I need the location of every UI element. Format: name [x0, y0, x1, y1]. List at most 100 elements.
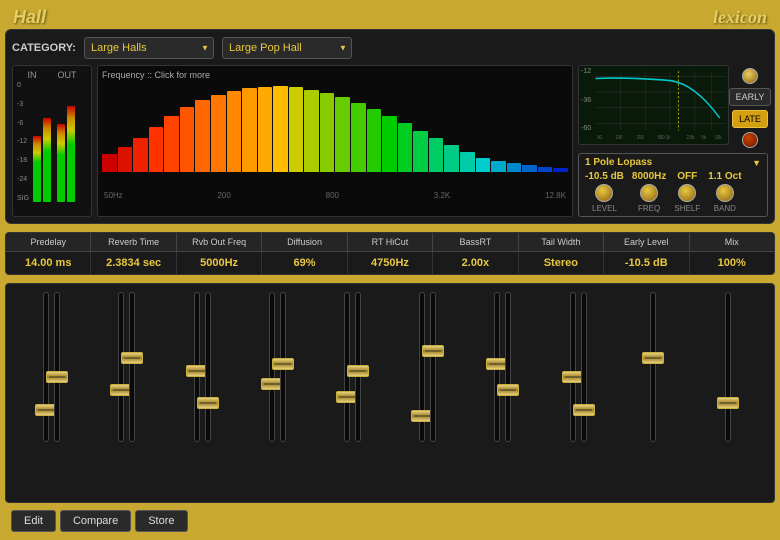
fader-rail-7-0[interactable] [570, 292, 576, 442]
fader-rail-3-1[interactable] [280, 292, 286, 442]
filter-level-knob[interactable] [595, 184, 613, 202]
param-value-rvb-out-freq[interactable]: 5000Hz [177, 252, 262, 274]
vu-in-bar-2 [43, 118, 51, 202]
param-value-tail-width[interactable]: Stereo [519, 252, 604, 274]
eq-section: -12 -36 -60 [578, 65, 768, 217]
fader-rail-0-1[interactable] [54, 292, 60, 442]
fader-handle-0-1[interactable] [46, 371, 68, 383]
fader-track-5-1 [430, 292, 436, 494]
param-value-predelay[interactable]: 14.00 ms [6, 252, 91, 274]
fader-rail-0-0[interactable] [43, 292, 49, 442]
svg-text:500: 500 [658, 134, 665, 140]
fader-rail-4-1[interactable] [355, 292, 361, 442]
filter-freq-knob[interactable] [640, 184, 658, 202]
param-value-mix[interactable]: 100% [690, 252, 774, 274]
spectrum-bar-11 [273, 86, 288, 172]
fader-rail-5-0[interactable] [419, 292, 425, 442]
fader-handle-2-1[interactable] [197, 397, 219, 409]
fader-handle-8-0[interactable] [642, 352, 664, 364]
fader-track-4-1 [355, 292, 361, 494]
param-header-reverb-time: Reverb Time [91, 233, 176, 251]
fader-handle-6-1[interactable] [497, 384, 519, 396]
fader-handle-5-1[interactable] [422, 345, 444, 357]
spectrum-labels: 50Hz 200 800 3.2K 12.8K [102, 191, 568, 200]
fader-rail-2-1[interactable] [205, 292, 211, 442]
fader-track-9-0 [725, 292, 731, 494]
svg-text:5k: 5k [702, 134, 707, 140]
category-select[interactable]: Large Halls Small Halls Plates Rooms [84, 37, 214, 59]
fader-group-6 [465, 292, 540, 494]
spectrum-bar-2 [133, 138, 148, 172]
edit-button[interactable]: Edit [11, 510, 56, 532]
filter-dropdown-arrow[interactable]: ▼ [752, 158, 761, 168]
fader-rail-8-0[interactable] [650, 292, 656, 442]
param-header-mix: Mix [690, 233, 774, 251]
fader-rail-1-0[interactable] [118, 292, 124, 442]
spectrum-bar-12 [289, 87, 304, 172]
fader-handle-3-1[interactable] [272, 358, 294, 370]
spectrum-display: 50Hz 200 800 3.2K 12.8K [102, 82, 568, 200]
filter-level-param: -10.5 dB LEVEL [585, 171, 624, 213]
early-button[interactable]: EARLY [729, 88, 772, 106]
fader-handle-1-1[interactable] [121, 352, 143, 364]
fader-track-2-1 [205, 292, 211, 494]
spectrum-bar-13 [304, 90, 319, 172]
vu-out-label: OUT [58, 70, 77, 80]
freq-label-200: 200 [217, 191, 230, 200]
fader-rail-6-1[interactable] [505, 292, 511, 442]
preset-select[interactable]: Large Pop Hall Large Rock Hall Large Jaz… [222, 37, 352, 59]
filter-freq-label: FREQ [632, 204, 666, 213]
fader-group-1 [89, 292, 164, 494]
vu-scale-sig: SIG [17, 195, 29, 202]
fader-rail-7-1[interactable] [581, 292, 587, 442]
spectrum-bar-19 [398, 123, 413, 172]
svg-text:2.5k: 2.5k [687, 134, 695, 140]
faders-panel [5, 283, 775, 503]
fader-group-2 [164, 292, 239, 494]
filter-level-value: -10.5 dB [585, 171, 624, 182]
preset-select-wrapper[interactable]: Large Pop Hall Large Rock Hall Large Jaz… [222, 37, 352, 59]
category-select-wrapper[interactable]: Large Halls Small Halls Plates Rooms [84, 37, 214, 59]
fader-track-0-1 [54, 292, 60, 494]
param-value-early-level[interactable]: -10.5 dB [604, 252, 689, 274]
fader-rail-5-1[interactable] [430, 292, 436, 442]
vu-scale-0: 0 [17, 82, 29, 89]
spectrum-section[interactable]: Frequency :: Click for more 50Hz 200 800… [97, 65, 573, 217]
fader-handle-9-0[interactable] [717, 397, 739, 409]
param-header-early-level: Early Level [604, 233, 689, 251]
spectrum-bar-26 [507, 163, 522, 172]
fader-rail-9-0[interactable] [725, 292, 731, 442]
filter-band-knob[interactable] [716, 184, 734, 202]
spectrum-bar-3 [149, 127, 164, 172]
filter-shelf-knob[interactable] [678, 184, 696, 202]
spectrum-bar-14 [320, 93, 335, 172]
eq-svg: 50 100 250 500 1k 2.5k 5k 10k [579, 66, 728, 144]
store-button[interactable]: Store [135, 510, 187, 532]
param-value-rt-hicut[interactable]: 4750Hz [348, 252, 433, 274]
eq-scale-36: -36 [581, 97, 591, 104]
fader-handle-7-1[interactable] [573, 404, 595, 416]
fader-group-0 [14, 292, 89, 494]
eq-graph[interactable]: -12 -36 -60 [578, 65, 729, 145]
svg-text:50: 50 [597, 134, 602, 140]
fader-rail-6-0[interactable] [494, 292, 500, 442]
fader-track-6-1 [505, 292, 511, 494]
spectrum-title: Frequency :: Click for more [102, 70, 568, 80]
fader-rail-2-0[interactable] [194, 292, 200, 442]
param-value-bassrt[interactable]: 2.00x [433, 252, 518, 274]
fader-rail-1-1[interactable] [129, 292, 135, 442]
svg-text:250: 250 [637, 134, 644, 140]
fader-handle-4-1[interactable] [347, 365, 369, 377]
vu-scale-3: -3 [17, 101, 29, 108]
svg-text:10k: 10k [715, 134, 722, 140]
param-value-diffusion[interactable]: 69% [262, 252, 347, 274]
filter-band-param: 1.1 Oct BAND [708, 171, 741, 213]
param-value-reverb-time[interactable]: 2.3834 sec [91, 252, 176, 274]
spectrum-bar-24 [476, 158, 491, 172]
filter-params: -10.5 dB LEVEL 8000Hz FREQ OFF [585, 171, 761, 213]
compare-button[interactable]: Compare [60, 510, 131, 532]
late-button[interactable]: LATE [732, 110, 768, 128]
spectrum-bar-6 [195, 100, 210, 172]
spectrum-bar-27 [522, 165, 537, 172]
spectrum-bar-0 [102, 154, 117, 172]
